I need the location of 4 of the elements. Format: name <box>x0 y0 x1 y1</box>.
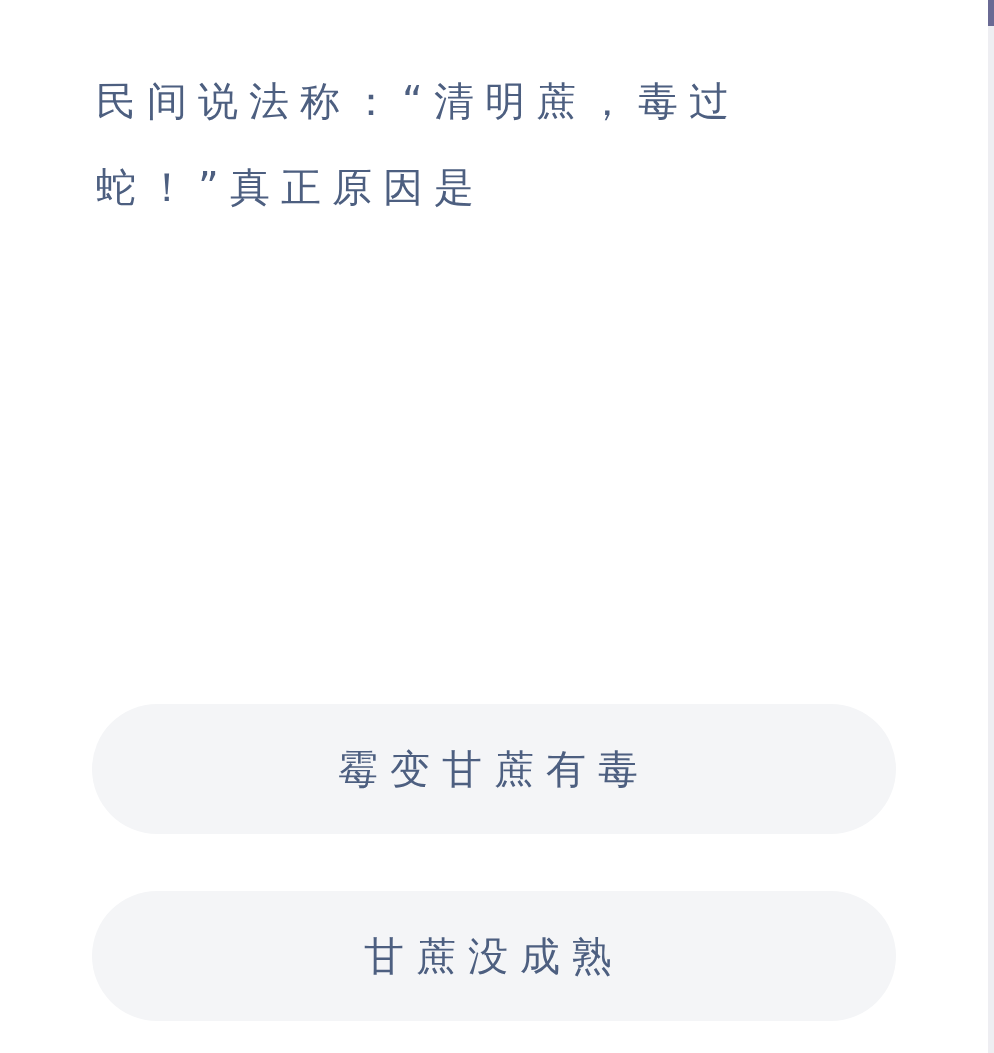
answer-option[interactable]: 甘蔗没成熟 <box>92 891 896 1021</box>
answer-option[interactable]: 霉变甘蔗有毒 <box>92 704 896 834</box>
scrollbar[interactable] <box>988 0 994 1053</box>
question-text: 民间说法称：“清明蔗，毒过蛇！”真正原因是 <box>95 77 741 212</box>
